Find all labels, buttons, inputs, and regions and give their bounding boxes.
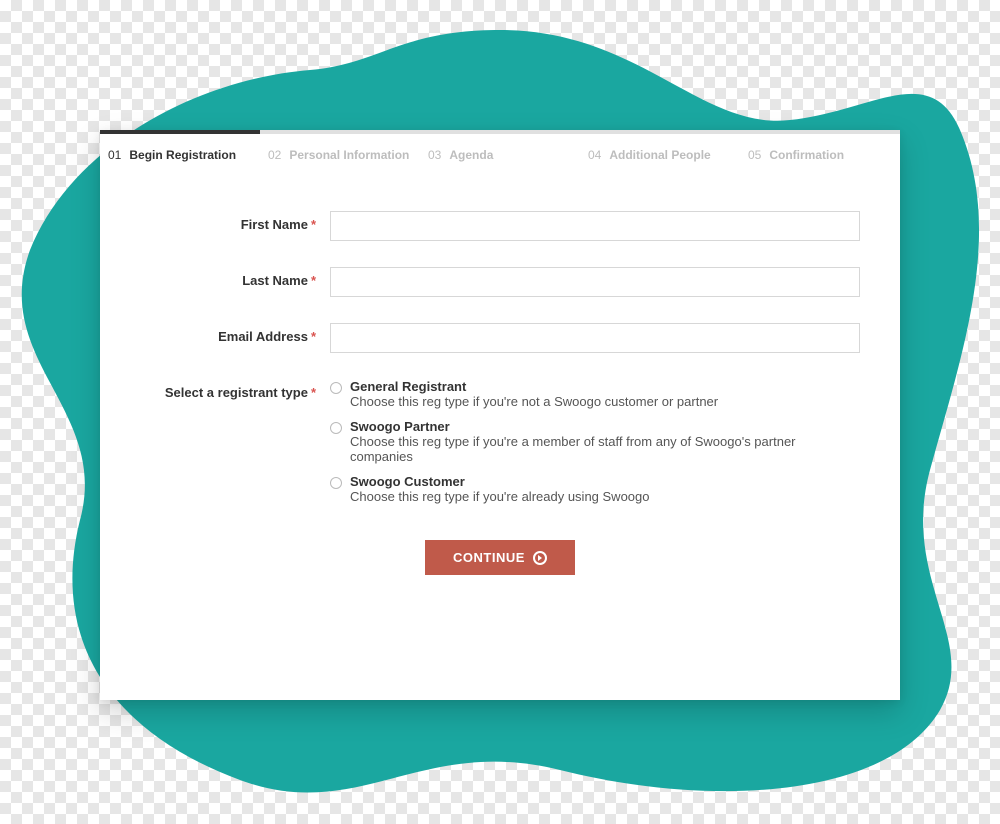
arrow-right-circle-icon <box>533 551 547 565</box>
step-number: 04 <box>588 148 601 163</box>
first-name-label: First Name* <box>140 211 330 232</box>
step-label: Personal Information <box>289 148 409 163</box>
required-asterisk: * <box>311 217 316 232</box>
registrant-type-label: Select a registrant type* <box>140 379 330 400</box>
step-agenda[interactable]: 03 Agenda <box>420 130 580 171</box>
label-text: First Name <box>241 217 308 232</box>
option-title: Swoogo Customer <box>350 474 650 489</box>
first-name-field-wrap <box>330 211 860 241</box>
step-number: 05 <box>748 148 761 163</box>
email-input[interactable] <box>330 323 860 353</box>
option-text: Swoogo Partner Choose this reg type if y… <box>350 419 860 464</box>
radio-icon <box>330 477 342 489</box>
last-name-input[interactable] <box>330 267 860 297</box>
registrant-type-options: General Registrant Choose this reg type … <box>330 379 860 514</box>
step-number: 02 <box>268 148 281 163</box>
option-text: Swoogo Customer Choose this reg type if … <box>350 474 650 504</box>
first-name-input[interactable] <box>330 211 860 241</box>
last-name-field-wrap <box>330 267 860 297</box>
label-text: Last Name <box>242 273 308 288</box>
email-row: Email Address* <box>140 323 860 353</box>
required-asterisk: * <box>311 385 316 400</box>
option-desc: Choose this reg type if you're a member … <box>350 434 860 464</box>
last-name-label: Last Name* <box>140 267 330 288</box>
email-field-wrap <box>330 323 860 353</box>
step-label: Confirmation <box>769 148 844 163</box>
option-title: Swoogo Partner <box>350 419 860 434</box>
continue-button[interactable]: CONTINUE <box>425 540 575 575</box>
required-asterisk: * <box>311 273 316 288</box>
step-confirmation[interactable]: 05 Confirmation <box>740 130 900 171</box>
email-label: Email Address* <box>140 323 330 344</box>
step-number: 03 <box>428 148 441 163</box>
option-desc: Choose this reg type if you're already u… <box>350 489 650 504</box>
step-label: Agenda <box>449 148 493 163</box>
step-personal-information[interactable]: 02 Personal Information <box>260 130 420 171</box>
label-text: Select a registrant type <box>165 385 308 400</box>
radio-icon <box>330 382 342 394</box>
step-begin-registration[interactable]: 01 Begin Registration <box>100 130 260 171</box>
registration-form: First Name* Last Name* Email Address* <box>100 171 900 595</box>
registrant-type-option-general[interactable]: General Registrant Choose this reg type … <box>330 379 860 409</box>
required-asterisk: * <box>311 329 316 344</box>
registrant-type-row: Select a registrant type* General Regist… <box>140 379 860 514</box>
continue-button-wrap: CONTINUE <box>140 540 860 575</box>
step-additional-people[interactable]: 04 Additional People <box>580 130 740 171</box>
step-number: 01 <box>108 148 121 163</box>
first-name-row: First Name* <box>140 211 860 241</box>
registrant-type-option-partner[interactable]: Swoogo Partner Choose this reg type if y… <box>330 419 860 464</box>
continue-label: CONTINUE <box>453 550 525 565</box>
step-label: Begin Registration <box>129 148 236 163</box>
registrant-type-option-customer[interactable]: Swoogo Customer Choose this reg type if … <box>330 474 860 504</box>
registration-card: 01 Begin Registration 02 Personal Inform… <box>100 130 900 700</box>
label-text: Email Address <box>218 329 308 344</box>
step-label: Additional People <box>609 148 710 163</box>
radio-icon <box>330 422 342 434</box>
option-desc: Choose this reg type if you're not a Swo… <box>350 394 718 409</box>
progress-steps: 01 Begin Registration 02 Personal Inform… <box>100 130 900 171</box>
option-text: General Registrant Choose this reg type … <box>350 379 718 409</box>
option-title: General Registrant <box>350 379 718 394</box>
last-name-row: Last Name* <box>140 267 860 297</box>
